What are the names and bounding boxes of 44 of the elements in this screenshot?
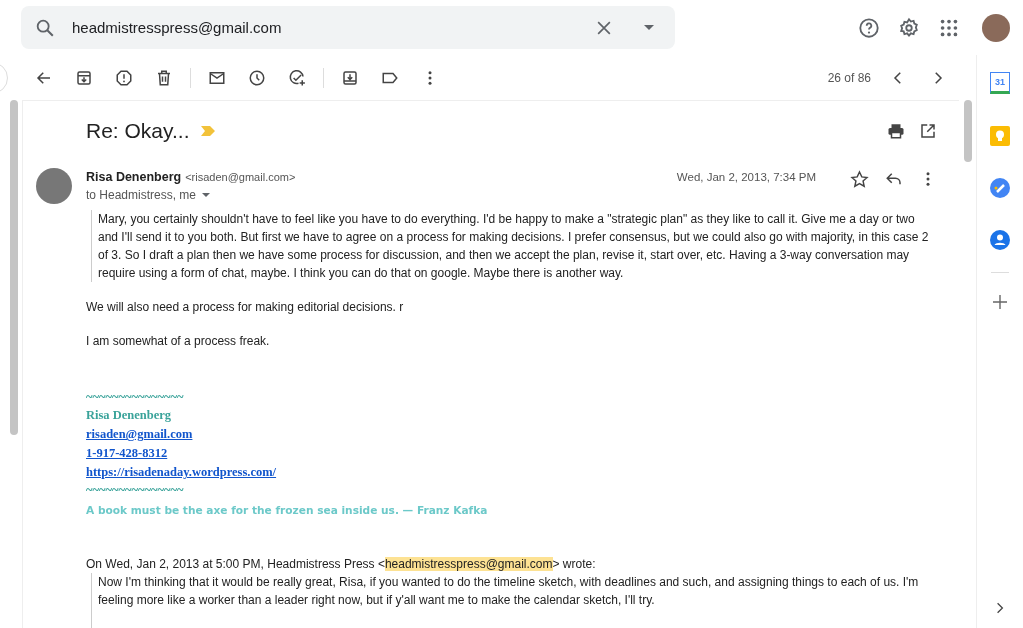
message-date: Wed, Jan 2, 2013, 7:34 PM <box>676 171 816 183</box>
signature-quote: A book must be the axe for the frozen sea inside us. — Franz Kafka <box>86 503 489 518</box>
signature-link[interactable]: https://risadenaday.wordpress.com/ <box>86 465 277 479</box>
checkmark-pencil-icon[interactable] <box>990 178 1010 198</box>
attribution-text: > wrote: <box>552 557 596 571</box>
caret-icon[interactable] <box>644 25 654 30</box>
search-field[interactable]: headmistresspress@gmail.com <box>21 6 675 49</box>
help-icon[interactable] <box>858 16 880 39</box>
archive-icon[interactable] <box>75 68 93 87</box>
delete-icon[interactable] <box>155 68 173 87</box>
signature-divider: ~~~~~~~~~~~~~~~ <box>86 389 185 406</box>
attribution-text: On Wed, Jan 2, 2013 at 5:00 PM, Headmistress Press < <box>86 557 385 571</box>
person-icon[interactable] <box>990 230 1010 250</box>
message-paragraph: Mary, you certainly shouldn't have to feel like you have to do everything. I'd be happy to make a "strategic plan" as they like to call it. Give me a day or two and I'll send it to you both. But first we have to agree on a process for making decisions. I prefer consensus, but we could also go with majority, in this case 2 of 3. So I draft a plan then we have some process for discussion, and then we accept the plan, revise it, start over, etc. Having a 3-way conversation may require using a form of chat, maybe. I think you can do that on google. Maybe there is another way. <box>98 211 930 282</box>
clock-icon[interactable] <box>248 68 266 87</box>
signature-name: Risa Denenberg <box>86 407 173 424</box>
print-icon[interactable] <box>887 122 905 140</box>
message-counter: 26 of 86 <box>827 70 871 85</box>
calendar-icon[interactable]: 31 <box>990 72 1010 94</box>
signature-divider: ~~~~~~~~~~~~~~~ <box>86 482 185 499</box>
star-icon[interactable] <box>850 170 869 189</box>
message-paragraph: I am somewhat of a process freak. <box>86 333 271 350</box>
sender-avatar <box>36 168 72 204</box>
recipients: to Headmistress, me <box>86 187 197 204</box>
signature-link[interactable]: 1-917-428-8312 <box>86 446 168 460</box>
sender-name: Risa Denenberg <box>86 170 182 184</box>
sender-email: <risaden@gmail.com> <box>185 171 296 183</box>
message-paragraph: We will also need a process for making editorial decisions. r <box>86 299 405 316</box>
caret-icon[interactable] <box>202 193 211 197</box>
scrollbar-thumb[interactable] <box>10 100 18 435</box>
quoted-email-link[interactable]: headmistresspress@gmail.com <box>384 557 553 571</box>
new-window-icon[interactable] <box>919 122 937 140</box>
signature-link[interactable]: risaden@gmail.com <box>86 427 193 441</box>
importance-marker-icon[interactable] <box>201 126 216 136</box>
quoted-paragraph: Now I'm thinking that it would be really great, Risa, if you wanted to do the timeline sketch, with deadlines and such, and assigning things to each of us. I'm feeling more like a worker than a leader right now, but if y'all want me to make the calendar sketch, I'll try. <box>98 574 920 609</box>
report-icon[interactable] <box>115 68 133 87</box>
add-task-icon[interactable] <box>288 68 306 87</box>
add-icon[interactable] <box>993 295 1007 309</box>
settings-icon[interactable] <box>898 16 920 39</box>
move-to-inbox-icon[interactable] <box>341 68 359 87</box>
expand-icon[interactable] <box>996 602 1004 614</box>
account-avatar[interactable] <box>982 13 1010 42</box>
email-subject: Re: Okay... <box>86 119 190 143</box>
scrollbar-thumb[interactable] <box>964 100 972 162</box>
